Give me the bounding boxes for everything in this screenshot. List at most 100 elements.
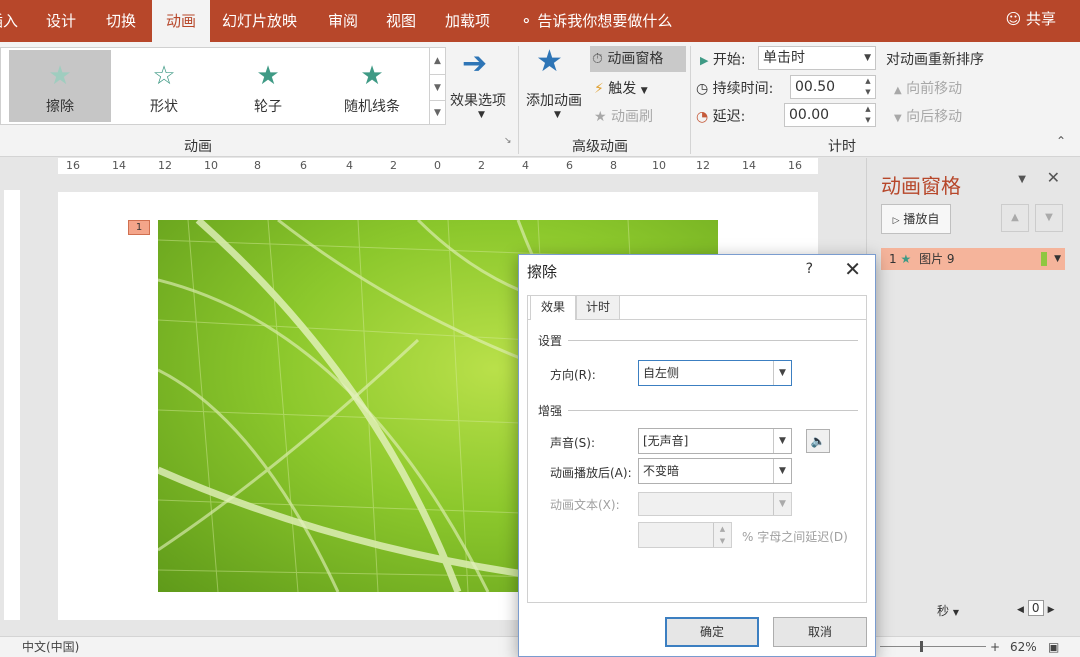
tab-design[interactable]: 设计	[46, 0, 82, 42]
after-animation-label: 动画播放后(A):	[550, 466, 632, 480]
ruler-tick: 4	[346, 159, 353, 172]
tab-view[interactable]: 视图	[386, 0, 422, 42]
ok-button[interactable]: 确定	[665, 617, 759, 647]
dialog-launcher-icon[interactable]: ↘	[504, 136, 512, 146]
tab-effect-label: 效果	[540, 300, 565, 314]
start-value: 单击时	[763, 50, 805, 66]
delay-input[interactable]: 00.00 ▲ ▼	[784, 103, 876, 127]
fit-slide-icon[interactable]: ▣	[1048, 637, 1059, 657]
gallery-item-wheel[interactable]: ★ 轮子	[217, 50, 319, 122]
animation-painter-button[interactable]: ★ 动画刷	[594, 106, 653, 126]
move-down-button[interactable]: ▼	[1035, 204, 1063, 232]
speaker-icon[interactable]: 🔈	[806, 429, 830, 453]
ruler-tick: 4	[522, 159, 529, 172]
trigger-button[interactable]: ⚡ 触发 ▼	[594, 78, 648, 98]
star-icon: ★	[256, 61, 280, 91]
letter-delay-input[interactable]: ▲ ▼	[638, 522, 732, 548]
gallery-item-random-bars[interactable]: ★ 随机线条	[321, 50, 423, 122]
horizontal-ruler: 16 14 12 10 8 6 4 2 0 2 4 6 8 10 12 14 1…	[58, 158, 818, 174]
cancel-button[interactable]: 取消	[773, 617, 867, 647]
gallery-item-shape[interactable]: ☆ 形状	[113, 50, 215, 122]
tab-timing[interactable]: 计时	[576, 295, 620, 319]
chevron-down-icon: ▼	[952, 608, 959, 617]
chevron-right-icon[interactable]: ▶	[1048, 605, 1055, 615]
divider	[568, 410, 858, 411]
timeline-zoom[interactable]: ◀ 0 ▶	[1017, 600, 1055, 616]
ruler-tick: 8	[610, 159, 617, 172]
divider	[690, 46, 691, 154]
spin-arrows[interactable]: ▲ ▼	[861, 76, 875, 98]
language-indicator[interactable]: 中文(中国)	[22, 637, 79, 657]
trigger-label: 触发	[608, 81, 637, 97]
star-icon: ☆	[152, 61, 176, 91]
chevron-left-icon[interactable]: ◀	[1017, 605, 1024, 615]
tell-me-search[interactable]: ⚬ 告诉我你想要做什么	[520, 0, 672, 42]
zoom-level[interactable]: 62%	[1010, 637, 1037, 657]
vertical-ruler	[4, 190, 20, 620]
play-icon: ▷	[892, 216, 900, 226]
gallery-more[interactable]: ▼	[429, 100, 445, 124]
close-icon[interactable]: ✕	[1047, 168, 1060, 187]
gallery-scroll-up[interactable]: ▲	[429, 48, 445, 74]
letter-delay-label: % 字母之间延迟(D)	[742, 530, 848, 544]
animation-pane-button[interactable]: ⏱ 动画窗格	[590, 46, 686, 72]
tab-animations[interactable]: 动画	[152, 0, 210, 42]
tab-review[interactable]: 审阅	[328, 0, 364, 42]
sound-select[interactable]: [无声音] ▼	[638, 428, 792, 454]
zoom-in-icon[interactable]: +	[990, 637, 1000, 657]
collapse-ribbon-icon[interactable]: ⌃	[1056, 134, 1066, 148]
ruler-tick: 10	[204, 159, 218, 172]
tab-addins[interactable]: 加载项	[445, 0, 497, 42]
triangle-up-icon: ▲	[894, 85, 902, 96]
animation-order-tag[interactable]: 1	[128, 220, 150, 235]
move-later-button[interactable]: ▼ 向后移动	[894, 106, 962, 126]
tab-label: 动画	[165, 12, 196, 30]
ruler-tick: 16	[66, 159, 80, 172]
move-earlier-button[interactable]: ▲ 向前移动	[894, 78, 962, 98]
gallery-item-wipe[interactable]: ★ 擦除	[9, 50, 111, 122]
chevron-down-icon: ▼	[554, 110, 561, 120]
spin-arrows[interactable]: ▲ ▼	[713, 523, 731, 547]
play-from-button[interactable]: ▷ 播放自	[881, 204, 951, 234]
delay-value: 00.00	[789, 107, 830, 123]
animation-list-item[interactable]: 1 ★ 图片 9 ▼	[881, 248, 1065, 270]
tab-label: 视图	[386, 12, 417, 30]
direction-label: 方向(R):	[550, 368, 596, 382]
ok-label: 确定	[699, 625, 724, 639]
tab-label: 审阅	[328, 12, 359, 30]
wipe-effect-dialog: 擦除 ? ✕ 效果 计时 设置 方向(R): 自左侧 ▼ 增强 声音(S): […	[518, 254, 876, 657]
share-button[interactable]: ☺ 共享	[1006, 0, 1056, 38]
start-combo[interactable]: 单击时 ▼	[758, 46, 876, 70]
zoom-thumb[interactable]	[920, 641, 923, 652]
spin-arrows[interactable]: ▲ ▼	[861, 104, 875, 126]
tab-insert[interactable]: 插入	[0, 0, 26, 42]
move-up-button[interactable]: ▲	[1001, 204, 1029, 232]
duration-label: ◷ 持续时间:	[696, 78, 773, 98]
lightning-icon: ⚡	[594, 81, 604, 97]
help-button[interactable]: ?	[806, 261, 813, 277]
chevron-down-icon: ▼	[478, 110, 485, 120]
animate-text-select[interactable]: ▼	[638, 492, 792, 516]
duration-input[interactable]: 00.50 ▲ ▼	[790, 75, 876, 99]
seconds-dropdown[interactable]: 秒 ▼	[937, 602, 959, 619]
add-animation-button[interactable]: 添加动画	[526, 90, 582, 110]
person-icon: ☺	[1005, 10, 1022, 28]
tab-transitions[interactable]: 切换	[106, 0, 142, 42]
close-icon[interactable]: ✕	[844, 257, 861, 281]
tab-effect[interactable]: 效果	[530, 295, 576, 320]
chevron-down-icon[interactable]: ▼	[1054, 248, 1061, 270]
after-animation-select[interactable]: 不变暗 ▼	[638, 458, 792, 484]
direction-select[interactable]: 自左侧 ▼	[638, 360, 792, 386]
gallery-scroll-down[interactable]: ▼	[429, 74, 445, 100]
tab-label: 切换	[106, 12, 137, 30]
ruler-tick: 14	[742, 159, 756, 172]
animation-pane: 动画窗格 ▼ ✕ ▷ 播放自 ▲ ▼ 1 ★ 图片 9 ▼ 秒 ▼ ◀ 0 ▶	[866, 158, 1080, 636]
pane-options-icon[interactable]: ▼	[1018, 174, 1026, 185]
tab-slideshow[interactable]: 幻灯片放映	[222, 0, 304, 42]
section-settings: 设置	[538, 334, 563, 348]
chevron-down-icon: ▼	[773, 493, 791, 515]
effect-options-label: 效果选项	[450, 93, 506, 109]
effect-options-button[interactable]: 效果选项	[450, 90, 506, 110]
zoom-slider[interactable]	[880, 646, 986, 647]
share-label: 共享	[1025, 10, 1056, 28]
